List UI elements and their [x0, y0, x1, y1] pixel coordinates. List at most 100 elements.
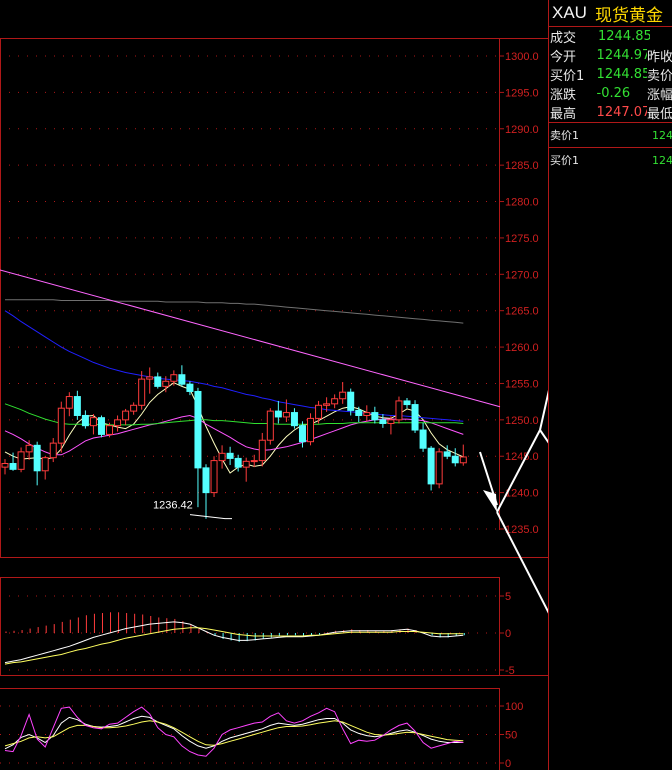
candle-body	[387, 419, 395, 424]
low-price-label: 1236.42	[153, 500, 193, 512]
kdj-line	[4, 715, 464, 750]
candle-body	[258, 439, 266, 462]
y-tick-label: 0	[505, 758, 511, 770]
book-row: 买价1 124	[549, 147, 672, 172]
candle-body	[363, 412, 371, 416]
quote-label: 成交	[550, 31, 577, 46]
quote-row: 买价1 1244.85 卖价	[549, 65, 672, 84]
y-tick-label: 1260.0	[505, 342, 539, 354]
candle-body	[218, 452, 226, 462]
candle-body	[65, 396, 73, 409]
candle-body	[395, 400, 403, 421]
candle-body	[427, 447, 435, 485]
book-label: 卖价1	[550, 129, 579, 142]
macd-chart[interactable]	[4, 612, 465, 665]
book-row: 卖价1 124	[549, 123, 672, 147]
candle-body	[282, 412, 290, 418]
quote-value: 1244.85	[596, 67, 647, 82]
candle-body	[234, 457, 242, 468]
candle-body	[419, 429, 427, 449]
macd-line	[4, 621, 464, 664]
symbol-label: XAU	[552, 3, 587, 22]
y-tick-label: 5	[505, 591, 511, 603]
candle-body	[9, 463, 17, 470]
quote-label-secondary: 卖价	[646, 69, 672, 84]
candle-body	[122, 410, 130, 421]
candle-body	[443, 451, 451, 457]
candle-body	[154, 376, 162, 387]
quote-value: -0.26	[596, 86, 631, 101]
kdj-chart[interactable]	[4, 706, 464, 757]
quote-label: 今开	[550, 50, 577, 65]
candle-body	[33, 444, 41, 472]
candle-body	[186, 383, 194, 392]
candle-body	[411, 404, 419, 431]
moving-average-line	[4, 310, 464, 422]
candle-body	[202, 467, 210, 494]
quote-value: 1244.85	[598, 29, 650, 44]
y-tick-label: 1245.0	[505, 451, 539, 463]
candle-body	[73, 396, 81, 416]
macd-line	[4, 627, 464, 665]
candle-body	[331, 398, 339, 405]
y-tick-label: 1285.0	[505, 160, 539, 172]
instrument-name: 现货黄金	[594, 5, 663, 26]
candle-body	[146, 376, 154, 380]
macd-panel-frame	[0, 577, 500, 676]
quote-value: 1247.07	[596, 105, 647, 120]
candle-body	[435, 451, 443, 485]
quote-value: 1244.97	[596, 48, 647, 63]
book-value: 124	[652, 153, 672, 167]
candle-body	[459, 456, 467, 464]
quote-row: 成交 1244.85	[549, 27, 672, 46]
candle-body	[130, 404, 138, 412]
quote-header: XAU 现货黄金	[549, 0, 672, 27]
y-tick-label: 50	[505, 730, 517, 742]
candle-body	[49, 442, 57, 459]
candle-body	[274, 410, 282, 418]
candle-body	[226, 452, 234, 459]
y-tick-label: 1235.0	[505, 524, 539, 536]
candle-body	[170, 374, 178, 382]
y-tick-label: 1240.0	[505, 488, 539, 500]
candle-body	[194, 390, 202, 469]
y-tick-label: 1275.0	[505, 233, 539, 245]
candlestick-chart[interactable]: 1236.42	[0, 269, 501, 520]
charts-area: 1300.0 1295.0 1290.0 1285.0 1280.0 1275.0 1270…	[0, 38, 550, 770]
kdj-line	[4, 706, 464, 757]
main-panel-frame	[0, 38, 549, 558]
candle-body	[41, 457, 49, 472]
quote-label-secondary: 昨收	[646, 50, 672, 65]
candle-body	[25, 444, 33, 453]
kdj-line	[4, 720, 464, 747]
y-tick-label: 0	[505, 628, 511, 640]
candle-body	[250, 460, 258, 463]
candle-body	[298, 425, 306, 443]
y-tick-label: -5	[505, 665, 515, 677]
book-value: 124	[652, 128, 672, 142]
candle-body	[162, 380, 170, 387]
candle-body	[114, 419, 122, 427]
quote-row: 最高 1247.07 最低	[549, 103, 672, 122]
candle-body	[323, 403, 331, 406]
order-book: 卖价1 124 买价1 124	[549, 123, 672, 172]
moving-average-line	[4, 382, 464, 474]
y-tick-label: 1250.0	[505, 415, 539, 427]
quote-label-secondary: 涨幅	[646, 88, 672, 103]
candle-body	[307, 417, 315, 443]
candle-body	[57, 407, 65, 444]
candle-body	[106, 425, 114, 435]
candle-body	[97, 417, 105, 435]
y-tick-label: 1280.0	[505, 197, 539, 209]
candle-body	[242, 460, 250, 468]
quote-panel: XAU 现货黄金 成交 1244.85 今开 1244.97 昨收 买价1 1244.85 卖…	[548, 0, 672, 770]
quote-label: 最高	[550, 107, 577, 122]
y-tick-label: 1300.0	[505, 51, 539, 63]
quote-fields: 成交 1244.85 今开 1244.97 昨收 买价1 1244.85 卖价 涨跌 -0.26 涨…	[549, 27, 672, 122]
candle-body	[403, 400, 411, 406]
candle-body	[355, 409, 363, 416]
candle-body	[1, 463, 9, 468]
moving-average-line	[5, 299, 464, 324]
quote-row: 今开 1244.97 昨收	[549, 46, 672, 65]
candle-body	[17, 451, 25, 470]
